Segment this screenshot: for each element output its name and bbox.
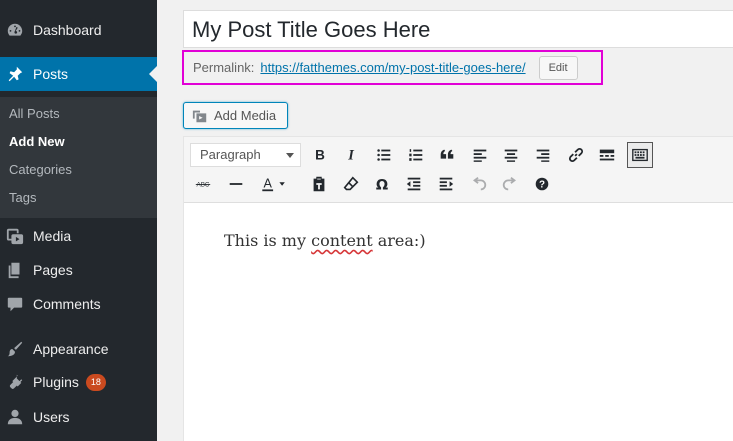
undo-icon[interactable] bbox=[466, 171, 492, 197]
menu-appearance[interactable]: Appearance bbox=[0, 332, 157, 366]
svg-text:Ω: Ω bbox=[376, 177, 388, 193]
content-editor: Paragraph B I ABC A Ω ? This is my conte… bbox=[183, 136, 733, 441]
editor-content[interactable]: This is my content area:) bbox=[224, 231, 426, 250]
help-icon[interactable]: ? bbox=[529, 171, 555, 197]
menu-label-plugins: Plugins bbox=[33, 374, 79, 390]
menu-label-comments: Comments bbox=[33, 296, 101, 312]
indent-icon[interactable] bbox=[433, 171, 459, 197]
chevron-down-icon bbox=[286, 153, 294, 158]
submenu-tags[interactable]: Tags bbox=[9, 190, 36, 205]
permalink-link[interactable]: https://fatthemes.com/my-post-title-goes… bbox=[260, 60, 525, 75]
submenu-add-new[interactable]: Add New bbox=[9, 134, 65, 149]
permalink-label: Permalink: bbox=[193, 60, 255, 75]
svg-text:?: ? bbox=[539, 180, 545, 191]
format-select[interactable]: Paragraph bbox=[190, 143, 301, 167]
text-color-icon[interactable]: A bbox=[254, 171, 294, 197]
svg-text:I: I bbox=[347, 148, 354, 164]
menu-users[interactable]: Users bbox=[0, 400, 157, 434]
posts-submenu: All Posts Add New Categories Tags bbox=[0, 97, 157, 218]
menu-plugins[interactable]: Plugins 18 bbox=[0, 365, 157, 399]
align-left-icon[interactable] bbox=[467, 142, 493, 168]
numbered-list-icon[interactable] bbox=[403, 142, 429, 168]
menu-label-users: Users bbox=[33, 409, 70, 425]
editor-toolbar: Paragraph B I ABC A Ω ? bbox=[184, 137, 733, 203]
content-text-start: This is my bbox=[224, 231, 312, 250]
outdent-icon[interactable] bbox=[401, 171, 427, 197]
horizontal-line-icon[interactable] bbox=[223, 171, 249, 197]
menu-comments[interactable]: Comments bbox=[0, 287, 157, 321]
redo-icon[interactable] bbox=[497, 171, 523, 197]
link-icon[interactable] bbox=[563, 142, 589, 168]
bullet-list-icon[interactable] bbox=[371, 142, 397, 168]
paste-text-icon[interactable] bbox=[306, 171, 332, 197]
add-media-label: Add Media bbox=[214, 108, 277, 123]
plugin-icon bbox=[5, 372, 25, 392]
post-title-input[interactable]: My Post Title Goes Here bbox=[183, 10, 733, 48]
misspelled-word: content bbox=[311, 231, 373, 250]
submenu-categories[interactable]: Categories bbox=[9, 162, 72, 177]
format-select-value: Paragraph bbox=[200, 147, 261, 162]
media-icon bbox=[5, 226, 25, 246]
paintbrush-icon bbox=[5, 339, 25, 359]
strikethrough-icon[interactable]: ABC bbox=[190, 171, 216, 197]
pages-icon bbox=[5, 260, 25, 280]
read-more-icon[interactable] bbox=[594, 142, 620, 168]
menu-label-media: Media bbox=[33, 228, 72, 244]
menu-label-pages: Pages bbox=[33, 262, 73, 278]
blockquote-icon[interactable] bbox=[434, 142, 460, 168]
add-media-icon bbox=[192, 110, 207, 122]
plugins-update-badge: 18 bbox=[85, 373, 106, 391]
special-character-icon[interactable]: Ω bbox=[369, 171, 395, 197]
content-text-end: area:) bbox=[372, 231, 426, 250]
clear-formatting-icon[interactable] bbox=[338, 171, 364, 197]
edit-permalink-button[interactable]: Edit bbox=[538, 55, 578, 80]
italic-icon[interactable]: I bbox=[338, 142, 364, 168]
menu-label-appearance: Appearance bbox=[33, 341, 109, 357]
users-icon bbox=[5, 407, 25, 427]
active-arrow bbox=[149, 66, 157, 82]
align-center-icon[interactable] bbox=[498, 142, 524, 168]
admin-sidebar: Dashboard Posts All Posts Add New Catego… bbox=[0, 0, 157, 441]
svg-text:A: A bbox=[263, 177, 272, 191]
menu-pages[interactable]: Pages bbox=[0, 253, 157, 287]
menu-media[interactable]: Media bbox=[0, 219, 157, 253]
add-media-button[interactable]: Add Media bbox=[183, 102, 288, 129]
menu-dashboard[interactable]: Dashboard bbox=[0, 13, 157, 47]
pushpin-icon bbox=[5, 64, 25, 84]
menu-label-posts: Posts bbox=[33, 66, 69, 82]
bold-icon[interactable]: B bbox=[307, 142, 333, 168]
submenu-all-posts[interactable]: All Posts bbox=[9, 106, 60, 121]
toolbar-toggle-icon[interactable] bbox=[627, 142, 653, 168]
align-right-icon[interactable] bbox=[530, 142, 556, 168]
comments-icon bbox=[5, 294, 25, 314]
svg-text:B: B bbox=[315, 148, 325, 163]
dashboard-icon bbox=[5, 20, 25, 40]
menu-label-dashboard: Dashboard bbox=[33, 22, 102, 38]
permalink-highlight: Permalink: https://fatthemes.com/my-post… bbox=[182, 50, 603, 85]
svg-text:ABC: ABC bbox=[197, 182, 210, 189]
menu-posts[interactable]: Posts bbox=[0, 57, 157, 91]
